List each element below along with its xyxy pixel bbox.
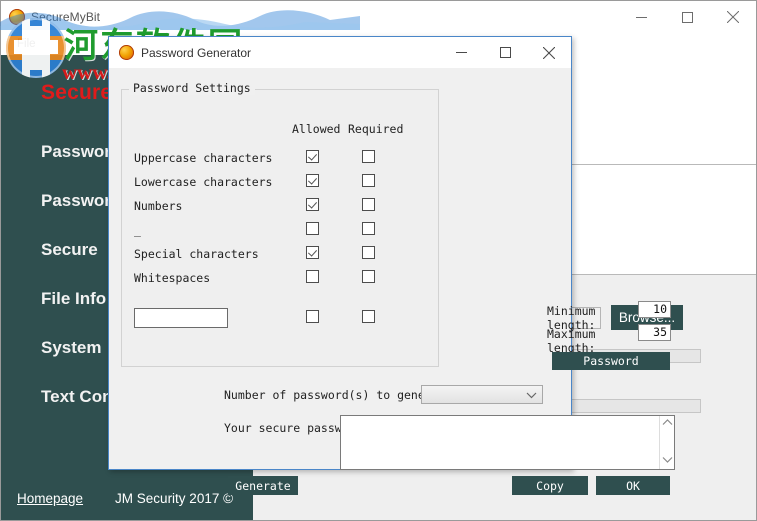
column-header-allowed: Allowed [292, 122, 341, 136]
app-icon [9, 9, 25, 25]
sidebar-item-label: File Info [41, 288, 107, 308]
maximum-length-label: Maximum length: [547, 327, 596, 355]
copyright-text: JM Security 2017 © [115, 490, 234, 506]
sidebar-footer: Homepage JM Security 2017 © [1, 476, 253, 520]
scroll-up-icon[interactable] [662, 419, 673, 429]
maximum-length-input[interactable]: 35 [638, 324, 671, 341]
option-label: Uppercase characters [134, 151, 273, 165]
password-count-select[interactable] [421, 385, 543, 404]
option-label: Special characters [134, 247, 259, 261]
checkbox-underscore-required[interactable] [362, 222, 375, 235]
main-window-controls [618, 1, 756, 33]
checkbox-uppercase-required[interactable] [362, 150, 375, 163]
option-row-uppercase: Uppercase characters [122, 148, 438, 172]
close-icon[interactable] [710, 1, 756, 33]
sidebar-item-label: Secure [41, 239, 98, 259]
option-row-special: Special characters [122, 244, 438, 268]
checkbox-uppercase-allowed[interactable] [306, 150, 319, 163]
option-row-whitespaces: Whitespaces [122, 268, 438, 292]
ok-button[interactable]: OK [596, 476, 670, 495]
checkbox-numbers-required[interactable] [362, 198, 375, 211]
app-icon [119, 45, 134, 60]
homepage-link[interactable]: Homepage [17, 491, 83, 506]
checkbox-whitespaces-required[interactable] [362, 270, 375, 283]
copy-button[interactable]: Copy [512, 476, 588, 495]
minimize-icon[interactable] [618, 1, 664, 33]
password-generator-dialog: Password Generator Password Settings All… [108, 36, 675, 495]
close-icon[interactable] [527, 37, 571, 68]
option-label: Numbers [134, 199, 183, 213]
password-settings-title: Password Settings [129, 81, 255, 95]
scroll-down-icon[interactable] [662, 456, 673, 466]
main-window-title: SecureMyBit [31, 10, 101, 24]
password-settings-group: Password Settings Allowed Required Upper… [121, 81, 439, 367]
option-row-numbers: Numbers [122, 196, 438, 220]
custom-characters-input[interactable] [134, 308, 228, 328]
chevron-down-icon [526, 386, 537, 404]
dialog-titlebar: Password Generator [109, 37, 571, 68]
sidebar-item-label: Text Con [41, 386, 113, 406]
column-header-required: Required [348, 122, 404, 136]
brand-title: Secure [41, 81, 113, 104]
result-label: Your secure passwor [224, 421, 340, 435]
dialog-window-controls [439, 37, 571, 68]
option-label: _ [134, 223, 141, 237]
main-titlebar: SecureMyBit [1, 1, 756, 33]
checkbox-lowercase-required[interactable] [362, 174, 375, 187]
option-label: Whitespaces [134, 271, 211, 285]
option-label: Lowercase characters [134, 175, 273, 189]
option-row-underscore: _ [122, 220, 438, 244]
checkbox-special-required[interactable] [362, 246, 375, 259]
generate-button[interactable]: Generate [228, 476, 298, 495]
maximize-icon[interactable] [483, 37, 527, 68]
dialog-title: Password Generator [141, 45, 252, 60]
checkbox-numbers-allowed[interactable] [306, 198, 319, 211]
checkbox-custom-required[interactable] [362, 310, 375, 323]
minimize-icon[interactable] [439, 37, 483, 68]
sidebar-item-label: System [41, 337, 102, 357]
checkbox-underscore-allowed[interactable] [306, 222, 319, 235]
minimum-length-input[interactable]: 10 [638, 301, 671, 318]
generated-password-textarea[interactable] [340, 415, 675, 470]
menu-item-file[interactable]: File [9, 36, 44, 52]
result-scrollbar[interactable] [659, 416, 674, 469]
password-button[interactable]: Password [552, 352, 670, 370]
checkbox-custom-allowed[interactable] [306, 310, 319, 323]
checkbox-special-allowed[interactable] [306, 246, 319, 259]
maximize-icon[interactable] [664, 1, 710, 33]
checkbox-whitespaces-allowed[interactable] [306, 270, 319, 283]
checkbox-lowercase-allowed[interactable] [306, 174, 319, 187]
option-row-lowercase: Lowercase characters [122, 172, 438, 196]
